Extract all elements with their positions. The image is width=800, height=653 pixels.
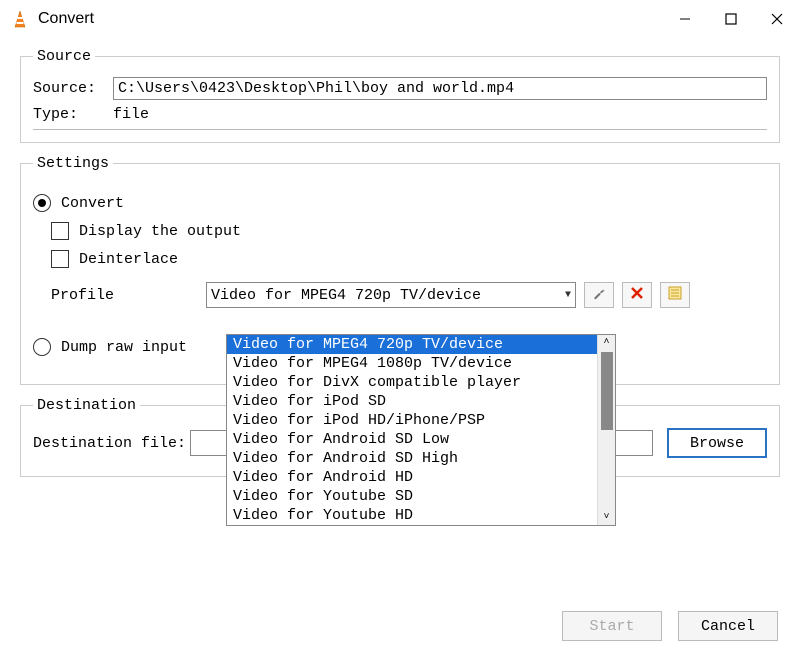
window-title: Convert <box>38 10 94 28</box>
maximize-button[interactable] <box>708 0 754 38</box>
convert-dialog: Convert Source Source: Type: file Settin… <box>0 0 800 653</box>
destination-file-label: Destination file: <box>33 435 186 452</box>
profile-option[interactable]: Video for Android SD Low <box>227 430 597 449</box>
source-input[interactable] <box>113 77 767 100</box>
convert-radio[interactable] <box>33 194 51 212</box>
titlebar: Convert <box>0 0 800 38</box>
type-label: Type: <box>33 106 113 123</box>
profile-selected-text: Video for MPEG4 720p TV/device <box>211 287 481 304</box>
profile-option[interactable]: Video for Youtube HD <box>227 506 597 525</box>
vlc-icon <box>10 9 30 29</box>
dialog-content: Source Source: Type: file Settings Conve… <box>0 38 800 499</box>
profile-dropdown-list: Video for MPEG4 720p TV/device Video for… <box>227 335 597 525</box>
type-value: file <box>113 106 149 123</box>
destination-legend: Destination <box>33 397 140 414</box>
display-output-checkbox[interactable] <box>51 222 69 240</box>
new-profile-button[interactable] <box>660 282 690 308</box>
profile-label: Profile <box>51 287 206 304</box>
chevron-down-icon: ▼ <box>565 290 571 301</box>
new-profile-icon <box>667 285 683 306</box>
profile-option[interactable]: Video for Android SD High <box>227 449 597 468</box>
display-output-label: Display the output <box>79 223 241 240</box>
profile-option[interactable]: Video for iPod SD <box>227 392 597 411</box>
browse-button[interactable]: Browse <box>667 428 767 458</box>
profile-dropdown: Video for MPEG4 720p TV/device Video for… <box>226 334 616 526</box>
profile-option[interactable]: Video for Youtube SD <box>227 487 597 506</box>
dump-raw-label: Dump raw input <box>61 339 187 356</box>
scroll-thumb[interactable] <box>601 352 613 430</box>
start-button[interactable]: Start <box>562 611 662 641</box>
dialog-buttons: Start Cancel <box>562 611 778 641</box>
minimize-button[interactable] <box>662 0 708 38</box>
dump-raw-radio[interactable] <box>33 338 51 356</box>
deinterlace-checkbox[interactable] <box>51 250 69 268</box>
source-label: Source: <box>33 80 113 97</box>
profile-option[interactable]: Video for Android HD <box>227 468 597 487</box>
cancel-button[interactable]: Cancel <box>678 611 778 641</box>
scroll-up-icon[interactable]: ˄ <box>603 335 609 350</box>
convert-radio-label: Convert <box>61 195 124 212</box>
window-controls <box>662 0 800 38</box>
source-separator <box>33 129 767 130</box>
source-legend: Source <box>33 48 95 65</box>
profile-option[interactable]: Video for MPEG4 1080p TV/device <box>227 354 597 373</box>
edit-profile-button[interactable] <box>584 282 614 308</box>
scroll-down-icon[interactable]: ˅ <box>603 510 609 525</box>
settings-legend: Settings <box>33 155 113 172</box>
profile-option[interactable]: Video for MPEG4 720p TV/device <box>227 335 597 354</box>
dropdown-scrollbar[interactable]: ˄ ˅ <box>597 335 615 525</box>
profile-option[interactable]: Video for iPod HD/iPhone/PSP <box>227 411 597 430</box>
profile-option[interactable]: Video for DivX compatible player <box>227 373 597 392</box>
delete-profile-button[interactable] <box>622 282 652 308</box>
delete-icon <box>630 286 644 305</box>
deinterlace-label: Deinterlace <box>79 251 178 268</box>
close-button[interactable] <box>754 0 800 38</box>
wrench-icon <box>591 285 607 306</box>
profile-select[interactable]: Video for MPEG4 720p TV/device ▼ <box>206 282 576 308</box>
source-group: Source Source: Type: file <box>20 48 780 143</box>
